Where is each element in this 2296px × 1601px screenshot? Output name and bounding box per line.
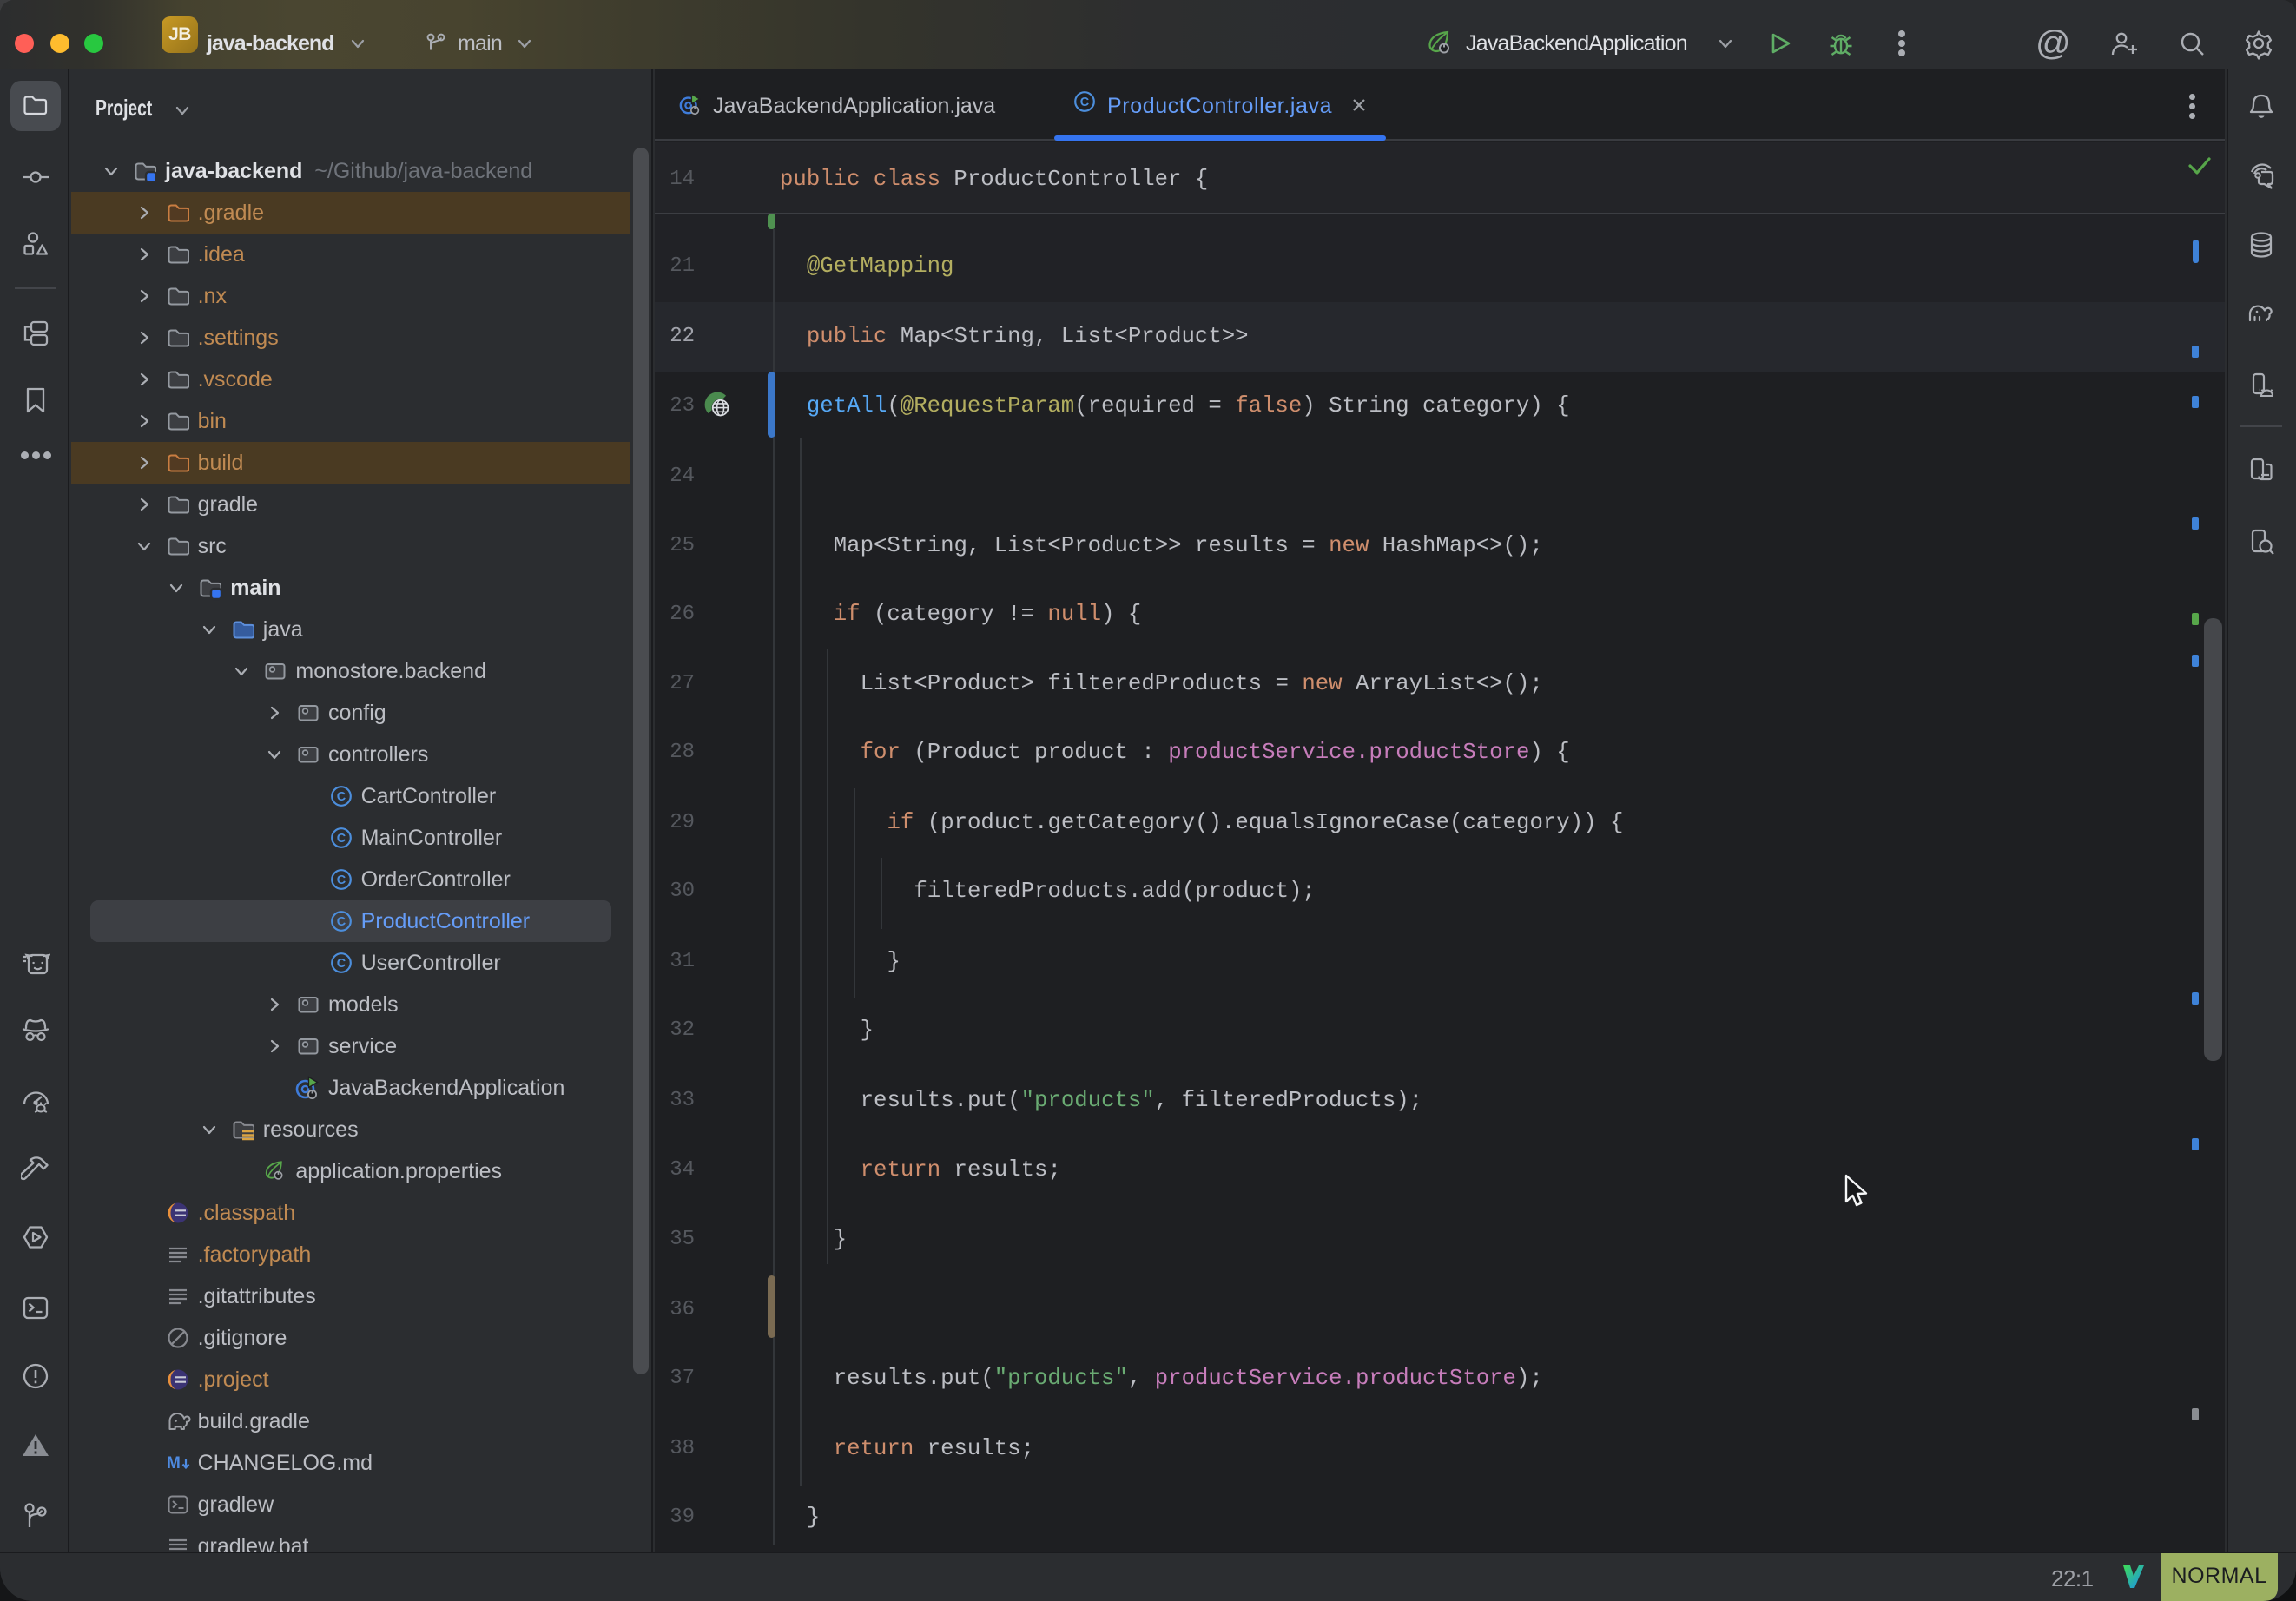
svg-text:C: C	[336, 873, 346, 887]
svg-text:M: M	[167, 1454, 181, 1473]
svg-text:C: C	[1080, 96, 1090, 109]
svg-text:C: C	[336, 832, 346, 846]
svg-text:C: C	[336, 790, 346, 804]
svg-text:C: C	[336, 957, 346, 971]
svg-text:C: C	[336, 915, 346, 929]
